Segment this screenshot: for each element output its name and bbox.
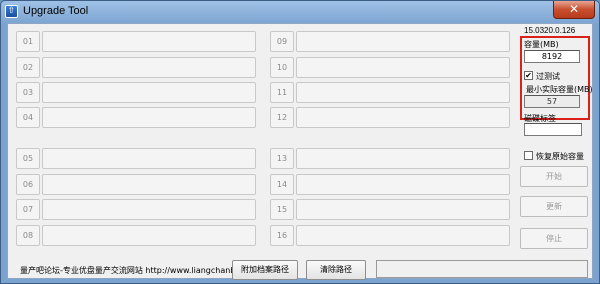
port-12: 12 <box>270 107 510 128</box>
port-05: 05 <box>16 148 256 169</box>
port-status-field <box>296 31 510 52</box>
port-button[interactable]: 08 <box>16 225 40 246</box>
restore-checkbox[interactable] <box>524 151 533 160</box>
port-04: 04 <box>16 107 256 128</box>
min-capacity-label: 最小实际容量(MB) <box>526 85 593 94</box>
port-status-field <box>296 107 510 128</box>
port-button[interactable]: 10 <box>270 57 294 78</box>
port-button[interactable]: 05 <box>16 148 40 169</box>
forum-text: 量产吧论坛-专业优盘量产交流网站 http://www.liangchanba.… <box>20 266 263 275</box>
port-09: 09 <box>270 31 510 52</box>
stop-button[interactable]: 停止 <box>520 228 588 249</box>
port-status-field <box>296 148 510 169</box>
port-status-field <box>42 31 256 52</box>
capacity-label: 容量(MB) <box>524 40 559 49</box>
title-bar[interactable]: ⇧ Upgrade Tool ✕ <box>1 1 599 23</box>
start-button[interactable]: 开始 <box>520 166 588 187</box>
port-13: 13 <box>270 148 510 169</box>
app-icon: ⇧ <box>5 5 18 18</box>
disk-label-field[interactable] <box>524 123 582 136</box>
port-status-field <box>42 199 256 220</box>
port-06: 06 <box>16 174 256 195</box>
port-button[interactable]: 16 <box>270 225 294 246</box>
port-status-field <box>296 225 510 246</box>
port-button[interactable]: 06 <box>16 174 40 195</box>
port-status-field <box>42 107 256 128</box>
port-16: 16 <box>270 225 510 246</box>
clear-path-button[interactable]: 清除路径 <box>306 260 366 280</box>
port-status-field <box>42 82 256 103</box>
port-14: 14 <box>270 174 510 195</box>
attach-path-button[interactable]: 附加档案路径 <box>232 260 298 280</box>
port-status-field <box>296 57 510 78</box>
port-button[interactable]: 09 <box>270 31 294 52</box>
port-button[interactable]: 13 <box>270 148 294 169</box>
test-checkbox-label: 过测试 <box>536 72 560 81</box>
close-icon: ✕ <box>568 2 580 16</box>
update-button[interactable]: 更新 <box>520 196 588 217</box>
port-07: 07 <box>16 199 256 220</box>
port-status-field <box>42 174 256 195</box>
port-10: 10 <box>270 57 510 78</box>
port-11: 11 <box>270 82 510 103</box>
port-button[interactable]: 03 <box>16 82 40 103</box>
close-button[interactable]: ✕ <box>553 1 595 19</box>
port-02: 02 <box>16 57 256 78</box>
restore-checkbox-label: 恢复原始容量 <box>536 152 584 161</box>
port-button[interactable]: 07 <box>16 199 40 220</box>
min-capacity-field[interactable]: 57 <box>524 95 580 108</box>
client-area: 15.0320.0.126 01 02 03 04 05 06 07 08 09 10 11 12 13… <box>7 23 593 280</box>
port-button[interactable]: 14 <box>270 174 294 195</box>
port-button[interactable]: 01 <box>16 31 40 52</box>
port-button[interactable]: 04 <box>16 107 40 128</box>
port-15: 15 <box>270 199 510 220</box>
port-status-field <box>296 199 510 220</box>
port-status-field <box>42 225 256 246</box>
port-08: 08 <box>16 225 256 246</box>
port-03: 03 <box>16 82 256 103</box>
port-button[interactable]: 12 <box>270 107 294 128</box>
port-status-field <box>296 174 510 195</box>
port-status-field <box>42 57 256 78</box>
path-field[interactable] <box>376 260 588 278</box>
capacity-field[interactable]: 8192 <box>524 50 580 63</box>
port-status-field <box>42 148 256 169</box>
port-button[interactable]: 02 <box>16 57 40 78</box>
port-button[interactable]: 11 <box>270 82 294 103</box>
version-label: 15.0320.0.126 <box>524 26 576 35</box>
app-window: ⇧ Upgrade Tool ✕ 15.0320.0.126 01 02 03 04 0… <box>0 0 600 284</box>
window-title: Upgrade Tool <box>23 5 89 17</box>
port-status-field <box>296 82 510 103</box>
test-checkbox[interactable]: ✔ <box>524 71 533 80</box>
port-button[interactable]: 15 <box>270 199 294 220</box>
port-01: 01 <box>16 31 256 52</box>
